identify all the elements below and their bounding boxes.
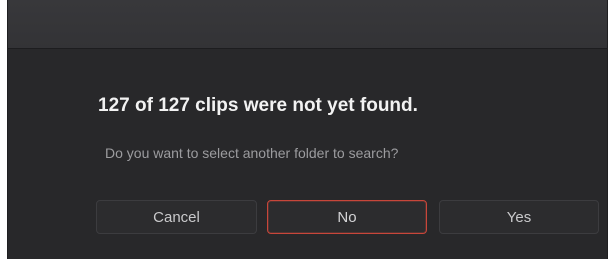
cancel-button[interactable]: Cancel <box>96 200 257 234</box>
dialog-heading: 127 of 127 clips were not yet found. <box>98 95 418 116</box>
dialog-message: Do you want to select another folder to … <box>105 145 399 161</box>
yes-button[interactable]: Yes <box>439 200 599 234</box>
no-button[interactable]: No <box>267 200 427 234</box>
clips-not-found-dialog: 127 of 127 clips were not yet found. Do … <box>8 0 607 259</box>
dialog-titlebar[interactable] <box>8 0 607 49</box>
